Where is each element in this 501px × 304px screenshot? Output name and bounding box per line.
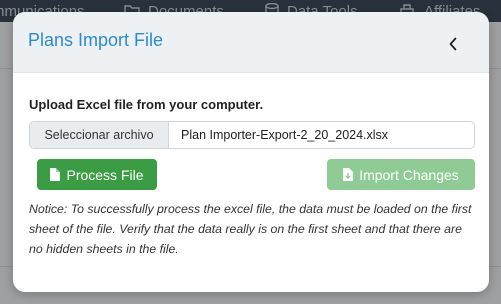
file-input[interactable]: Seleccionar archivo Plan Importer-Export… <box>29 121 475 149</box>
import-changes-button[interactable]: Import Changes <box>327 159 475 190</box>
process-file-button[interactable]: Process File <box>37 159 157 190</box>
chevron-left-icon <box>449 37 457 51</box>
import-changes-label: Import Changes <box>359 166 459 183</box>
modal-header: Plans Import File <box>13 12 489 73</box>
file-icon <box>50 168 61 181</box>
notice-text: Notice: To successfully process the exce… <box>29 202 472 256</box>
plans-import-modal: Plans Import File Upload Excel file from… <box>13 12 489 292</box>
file-import-icon <box>343 168 354 181</box>
close-button[interactable] <box>441 32 465 56</box>
upload-label: Upload Excel file from your computer. <box>29 97 264 112</box>
modal-title: Plans Import File <box>28 30 164 50</box>
choose-file-button[interactable]: Seleccionar archivo <box>30 122 169 148</box>
selected-file-name: Plan Importer-Export-2_20_2024.xlsx <box>181 128 389 142</box>
process-file-label: Process File <box>66 166 144 183</box>
